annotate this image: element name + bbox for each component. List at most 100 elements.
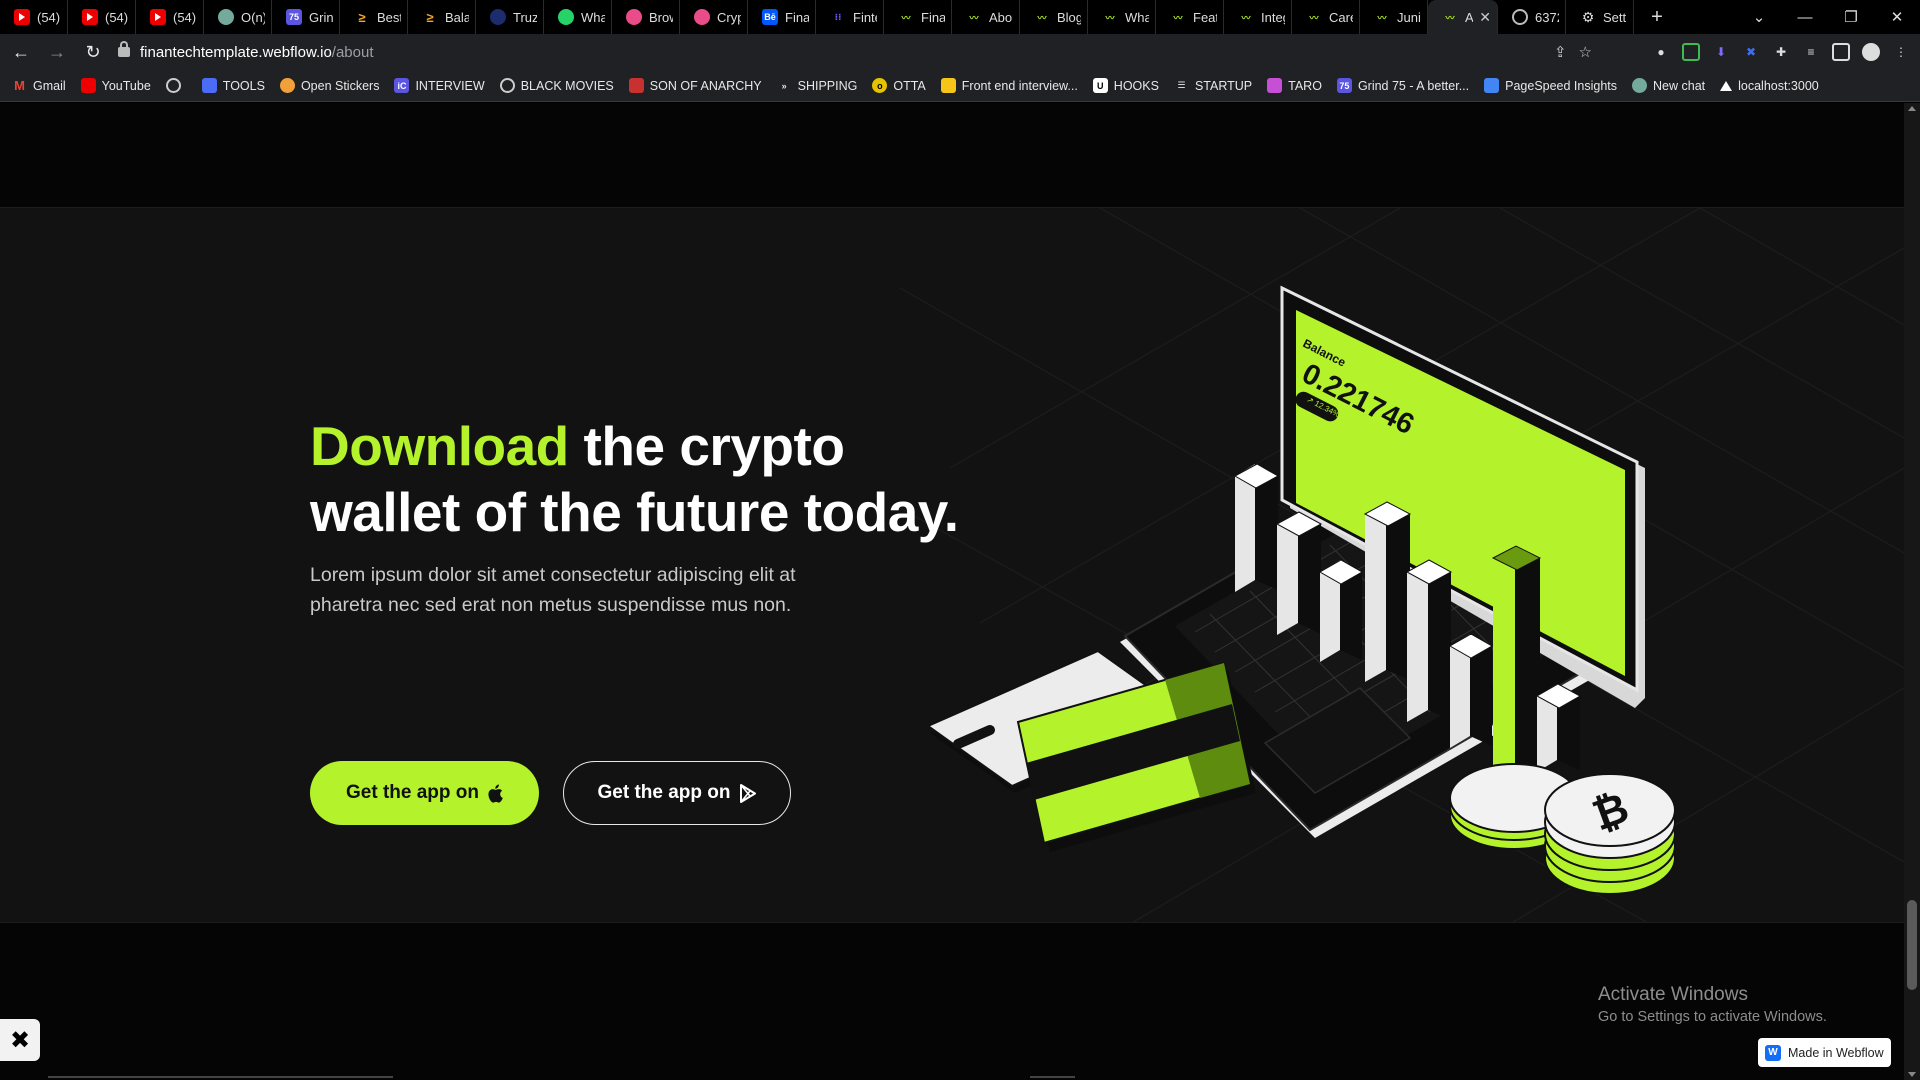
browser-tab[interactable]: 〰 Abou <box>952 0 1020 34</box>
chatgpt-icon <box>1632 78 1648 93</box>
bookmark-item[interactable]: localhost:3000 <box>1720 79 1819 93</box>
bookmark-item[interactable]: SON OF ANARCHY <box>628 78 762 93</box>
tab-title: Best <box>377 9 401 25</box>
page-scrollbar[interactable] <box>1904 103 1920 1080</box>
browser-menu-icon[interactable]: ⋮ <box>1892 43 1910 61</box>
tab-title: Grind <box>309 9 333 25</box>
browser-tab[interactable]: ⚙ Settin <box>1566 0 1634 34</box>
webflow-icon: 〰 <box>1173 12 1183 23</box>
tab-title: What <box>1125 9 1149 25</box>
bookmark-item[interactable]: TOOLS <box>201 78 265 93</box>
browser-tab[interactable]: Crypt <box>680 0 748 34</box>
scroll-thumb[interactable] <box>1907 900 1917 990</box>
bookmark-item[interactable]: iC INTERVIEW <box>394 78 485 93</box>
reload-icon[interactable]: ↻ <box>78 42 108 63</box>
browser-tab[interactable]: 〰 Integ <box>1224 0 1292 34</box>
bookmark-item[interactable]: YouTube <box>80 78 151 93</box>
extension-grey-icon[interactable]: ● <box>1652 43 1670 61</box>
browser-tab[interactable]: 6372 <box>1498 0 1566 34</box>
bookmark-label: Gmail <box>33 78 66 93</box>
bookmark-item[interactable]: New chat <box>1632 78 1705 93</box>
browser-tab[interactable]: (54) YouTube <box>0 0 68 34</box>
get-app-googleplay-button[interactable]: Get the app on <box>563 761 791 825</box>
triangle-icon <box>1720 80 1733 91</box>
bookmark-item[interactable] <box>165 78 187 93</box>
bookmark-item[interactable]: BLACK MOVIES <box>499 78 614 93</box>
bookmark-item[interactable]: Front end interview... <box>940 78 1078 93</box>
close-window-icon[interactable]: ✕ <box>1874 8 1920 26</box>
back-icon[interactable]: ← <box>6 42 36 63</box>
browser-tab[interactable]: 〰 A ✕ <box>1428 0 1498 34</box>
bookmark-item[interactable]: o OTTA <box>872 78 926 93</box>
minimize-icon[interactable]: — <box>1782 9 1828 26</box>
browser-tab[interactable]: What <box>544 0 612 34</box>
browser-tab[interactable]: ≥ Best <box>340 0 408 34</box>
bookmark-item[interactable]: PageSpeed Insights <box>1484 78 1617 93</box>
bookmark-item[interactable]: ☰ STARTUP <box>1174 78 1252 93</box>
tab-title: A <box>1465 9 1474 25</box>
tab-title: Truza <box>513 9 537 25</box>
browser-tab[interactable]: Truza <box>476 0 544 34</box>
browser-tab[interactable]: 〰 Junic <box>1360 0 1428 34</box>
bookmark-item[interactable]: » SHIPPING <box>777 78 858 93</box>
extension-green-icon[interactable] <box>1682 43 1700 61</box>
browser-tab[interactable]: O(n) <box>204 0 272 34</box>
browser-tab[interactable]: 〰 Blog <box>1020 0 1088 34</box>
restore-icon[interactable]: ❐ <box>1828 8 1874 26</box>
extension-download-icon[interactable]: ⬇ <box>1712 43 1730 61</box>
scroll-up-arrow-icon[interactable] <box>1908 106 1916 111</box>
otta-icon: o <box>872 78 888 93</box>
googleplay-button-label: Get the app on <box>597 782 731 803</box>
side-panel-icon[interactable] <box>1832 43 1850 61</box>
bookmark-item[interactable]: U HOOKS <box>1092 78 1159 93</box>
webflow-icon: 〰 <box>969 12 979 23</box>
apple-button-label: Get the app on <box>346 782 479 803</box>
made-in-webflow-badge[interactable]: W Made in Webflow <box>1758 1038 1891 1067</box>
bookmark-item[interactable]: TARO <box>1267 78 1322 93</box>
bookmark-item[interactable]: Open Stickers <box>279 78 379 93</box>
address-bar[interactable]: finantechtemplate.webflow.io /about ⇪ ☆ <box>112 37 1592 67</box>
tab-search-icon[interactable]: ⌄ <box>1736 8 1782 26</box>
tab-title: What <box>581 9 605 25</box>
browser-tab[interactable]: 〰 Featu <box>1156 0 1224 34</box>
browser-tab[interactable]: (54) YouTube <box>68 0 136 34</box>
browser-tab[interactable]: (54) E <box>136 0 204 34</box>
share-icon[interactable]: ⇪ <box>1554 43 1567 61</box>
get-app-apple-button[interactable]: Get the app on <box>310 761 539 825</box>
browser-tab[interactable]: 〰 Caree <box>1292 0 1360 34</box>
profile-avatar-icon[interactable] <box>1862 43 1880 61</box>
bookmark-label: localhost:3000 <box>1738 78 1819 93</box>
bookmark-star-icon[interactable]: ☆ <box>1579 43 1592 61</box>
tab-title: Blog <box>1057 9 1081 25</box>
extensions-puzzle-icon[interactable]: ✚ <box>1772 43 1790 61</box>
browser-tab[interactable]: Brow <box>612 0 680 34</box>
interview-icon: iC <box>394 78 410 93</box>
bookmark-item[interactable]: 75 Grind 75 - A better... <box>1336 78 1469 93</box>
browser-tab-strip: (54) YouTube (54) YouTube (54) E O(n) 75 Grin… <box>0 0 1920 34</box>
webflow-icon: 〰 <box>1377 12 1387 23</box>
browser-tab[interactable]: Bē Finan <box>748 0 816 34</box>
hooks-icon: U <box>1092 78 1108 93</box>
bookmark-label: STARTUP <box>1194 78 1253 93</box>
heading-accent-word: Download <box>310 415 569 477</box>
close-overlay-button[interactable]: ✖ <box>0 1019 40 1061</box>
window-controls: ⌄ — ❐ ✕ <box>1736 0 1920 34</box>
browser-tab[interactable]: ⁝⁝ Finte <box>816 0 884 34</box>
sticker-icon <box>279 78 295 93</box>
bookmark-item[interactable]: M Gmail <box>12 78 66 93</box>
extension-x-icon[interactable]: ✖ <box>1742 43 1760 61</box>
browser-tab[interactable]: 〰 Finan <box>884 0 952 34</box>
new-tab-icon[interactable]: + <box>1640 6 1674 29</box>
scroll-down-arrow-icon[interactable] <box>1908 1072 1916 1077</box>
browser-tab[interactable]: ≥ Balan <box>408 0 476 34</box>
close-tab-icon[interactable]: ✕ <box>1479 9 1491 26</box>
webflow-icon: 〰 <box>901 12 911 23</box>
google-play-icon <box>739 783 756 803</box>
lock-icon[interactable] <box>118 41 130 57</box>
forward-icon[interactable]: → <box>42 42 72 63</box>
browser-tab[interactable]: 〰 What <box>1088 0 1156 34</box>
media-controls-icon[interactable]: ≡ <box>1802 43 1820 61</box>
gmail-icon: M <box>14 78 25 93</box>
webflow-icon: 〰 <box>1445 12 1455 23</box>
browser-tab[interactable]: 75 Grind <box>272 0 340 34</box>
